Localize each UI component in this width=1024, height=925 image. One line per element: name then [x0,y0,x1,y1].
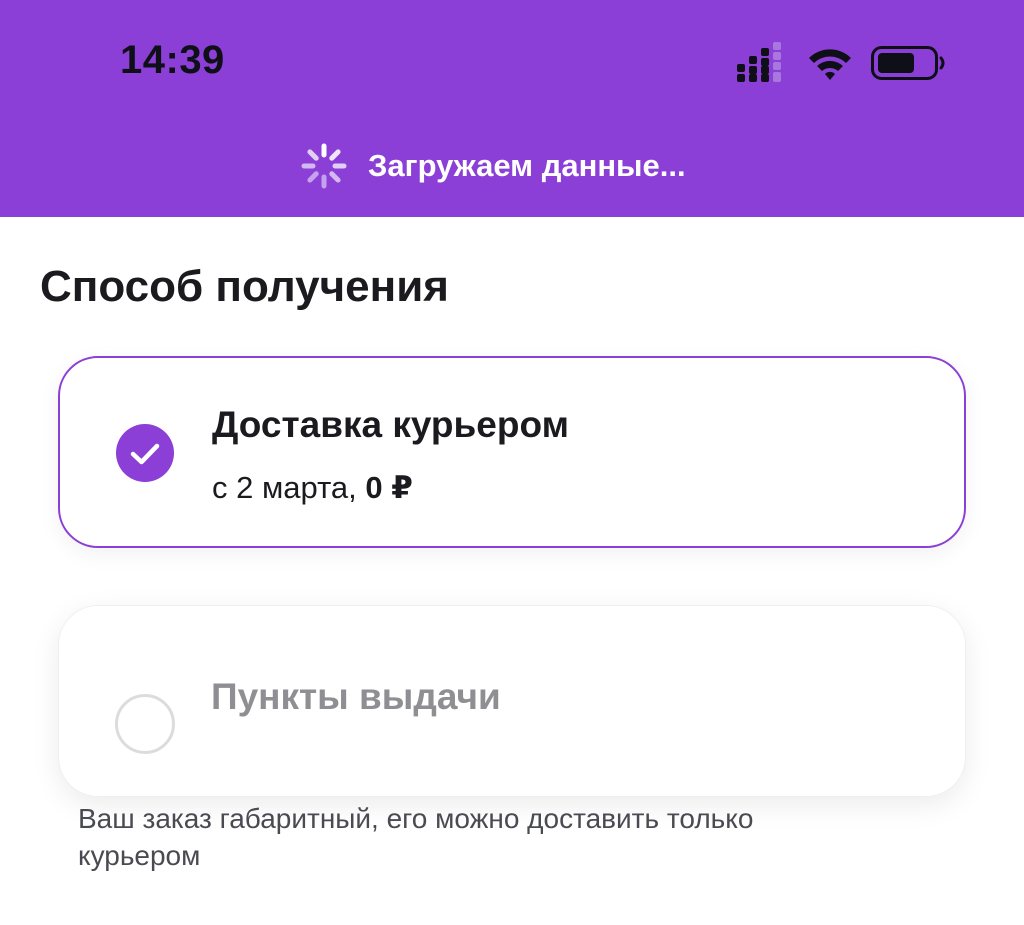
radio-checked-icon [116,424,174,482]
option-title: Пункты выдачи [211,676,501,717]
checkout-page: 14:39 Загружаем данные... Способ получен… [0,0,1024,925]
option-title: Доставка курьером [212,404,569,445]
delivery-date: с 2 марта, [212,470,357,505]
spinner-icon [301,143,347,189]
header-bar: 14:39 Загружаем данные... [0,0,1024,217]
pickup-points-option[interactable]: Пункты выдачи [58,605,966,797]
battery-icon [871,46,945,80]
section-title: Способ получения [40,262,449,311]
delivery-price: 0 ₽ [365,470,413,505]
oversize-note: Ваш заказ габаритный, его можно доставит… [78,803,754,871]
loading-indicator: Загружаем данные... [300,142,686,190]
radio-empty-icon [115,694,175,754]
status-time: 14:39 [120,38,225,82]
courier-delivery-option[interactable]: Доставка курьером с 2 марта, 0 ₽ [58,356,966,548]
loading-text: Загружаем данные... [368,148,686,183]
status-icons [737,42,945,82]
wifi-icon [809,49,851,80]
option-subtitle: с 2 марта, 0 ₽ [212,470,413,506]
cellular-signal-icon [737,42,781,82]
